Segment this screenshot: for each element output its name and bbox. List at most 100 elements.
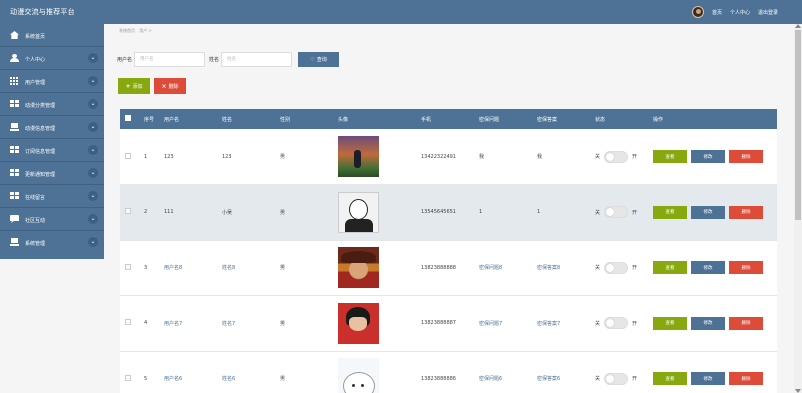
toggle-off-label: 关 <box>595 265 601 272</box>
breadcrumb-home[interactable]: 系统首页 <box>119 28 135 33</box>
row-checkbox[interactable] <box>125 374 131 381</box>
cell-phone: 13823888888 <box>421 264 456 271</box>
toggle-on-label: 开 <box>632 320 638 327</box>
chat-icon <box>10 215 19 223</box>
sidebar-item-notifications[interactable]: 更新通知管理 ⌄ <box>0 162 104 185</box>
view-button[interactable]: 查看 <box>653 372 687 386</box>
row-checkbox[interactable] <box>125 152 131 159</box>
sidebar-item-label: 在线留言 <box>25 195 46 201</box>
user-icon <box>10 54 19 62</box>
cell-question: 密保问题6 <box>479 376 503 383</box>
cell-question: 密保问题8 <box>479 265 503 272</box>
status-toggle[interactable] <box>604 372 629 385</box>
close-icon: × <box>161 82 167 90</box>
chevron-down-icon: ⌄ <box>88 122 98 132</box>
view-button[interactable]: 查看 <box>653 205 687 219</box>
cell-gender: 男 <box>280 209 286 216</box>
sidebar-item-anime-category[interactable]: 动漫分类管理 ⌄ <box>0 93 104 116</box>
username-label: 用户名 <box>117 57 133 63</box>
table-row: 4 用户名7 姓名7 男 13823888887 密保问题7 密保答案7 关 开… <box>120 296 777 351</box>
search-form: 用户名 姓名 ♡ 查询 <box>117 52 340 67</box>
status-toggle[interactable] <box>604 261 629 274</box>
edit-button[interactable]: 修改 <box>691 261 725 275</box>
header-link-home[interactable]: 首页 <box>712 9 722 16</box>
search-button-label: 查询 <box>316 57 327 63</box>
user-avatar[interactable] <box>692 6 704 18</box>
row-checkbox[interactable] <box>125 319 131 326</box>
page-scrollbar[interactable] <box>794 24 802 393</box>
table-row: 3 用户名8 姓名8 男 13823888888 密保问题8 密保答案8 关 开… <box>120 240 777 296</box>
col-question: 密保问题 <box>479 116 500 123</box>
col-no: 序号 <box>144 116 155 123</box>
chevron-down-icon: ⌄ <box>88 53 98 63</box>
heart-icon: ♡ <box>310 56 315 63</box>
edit-button[interactable]: 修改 <box>691 205 725 219</box>
sidebar-item-messages[interactable]: 在线留言 ⌄ <box>0 185 104 208</box>
status-toggle[interactable] <box>604 206 629 219</box>
cell-username: 123 <box>164 153 174 160</box>
select-all-checkbox[interactable] <box>125 115 131 121</box>
toggle-on-label: 开 <box>632 376 638 383</box>
cell-name: 姓名7 <box>222 320 236 327</box>
users-table: 序号 用户名 姓名 性别 头像 手机 密保问题 密保答案 状态 操作 1 123 <box>120 109 777 393</box>
sidebar-item-subscription[interactable]: 订阅信息管理 ⌄ <box>0 139 104 162</box>
name-search-input[interactable] <box>221 52 293 67</box>
add-button[interactable]: + 添加 <box>118 78 150 94</box>
row-checkbox[interactable] <box>125 208 131 215</box>
status-toggle[interactable] <box>604 150 629 163</box>
edit-button[interactable]: 修改 <box>691 316 725 330</box>
sidebar-item-home[interactable]: 系统首页 <box>0 24 104 47</box>
scroll-up-icon[interactable] <box>795 24 801 28</box>
delete-button[interactable]: 删除 <box>729 261 763 275</box>
edit-button[interactable]: 修改 <box>691 372 725 386</box>
select-all-header[interactable] <box>120 109 144 129</box>
row-actions: 查看 修改 删除 <box>653 261 777 275</box>
username-search-input[interactable] <box>134 52 206 67</box>
sidebar-item-system[interactable]: 系统管理 ⌄ <box>0 231 104 254</box>
view-button[interactable]: 查看 <box>653 150 687 163</box>
view-button[interactable]: 查看 <box>653 261 687 275</box>
delete-button-label: 删除 <box>168 83 179 90</box>
delete-button[interactable]: 删除 <box>729 205 763 219</box>
table-row: 2 111 小吴 男 13545645651 1 1 关 开 查看 修改 删除 <box>120 184 777 240</box>
toggle-off-label: 关 <box>595 154 601 160</box>
delete-button[interactable]: 删除 <box>729 150 763 163</box>
status-toggle[interactable] <box>604 317 629 330</box>
top-header: 动漫交流与推荐平台 首页 个人中心 退出登录 <box>0 0 802 24</box>
header-link-profile[interactable]: 个人中心 <box>730 9 750 16</box>
sidebar-item-label: 更新通知管理 <box>25 172 56 178</box>
cell-username: 用户名7 <box>164 320 183 327</box>
cell-name: 姓名6 <box>222 376 236 383</box>
header-link-logout[interactable]: 退出登录 <box>758 9 778 16</box>
chevron-down-icon: ⌄ <box>88 145 98 155</box>
view-button[interactable]: 查看 <box>653 316 687 330</box>
col-name: 姓名 <box>222 116 233 123</box>
scrollbar-thumb[interactable] <box>795 30 801 220</box>
row-checkbox[interactable] <box>125 263 131 270</box>
cell-gender: 男 <box>280 154 286 160</box>
sidebar-item-profile[interactable]: 个人中心 ⌄ <box>0 47 104 70</box>
sidebar-item-label: 动漫信息管理 <box>25 126 56 132</box>
cell-gender: 男 <box>280 265 286 272</box>
col-answer: 密保答案 <box>537 116 558 123</box>
delete-button[interactable]: 删除 <box>729 316 763 330</box>
scroll-down-icon[interactable] <box>795 389 801 393</box>
row-actions: 查看 修改 删除 <box>653 150 777 163</box>
chevron-down-icon: ⌄ <box>88 76 98 86</box>
toggle-off-label: 关 <box>595 376 601 383</box>
edit-button[interactable]: 修改 <box>691 150 725 163</box>
sidebar-item-anime-info[interactable]: 动漫信息管理 ⌄ <box>0 116 104 139</box>
cell-phone: 13823888886 <box>421 375 456 382</box>
delete-button[interactable]: 删除 <box>729 372 763 386</box>
plus-icon: + <box>125 82 131 90</box>
chevron-down-icon: ⌄ <box>88 214 98 224</box>
sidebar: 系统首页 个人中心 ⌄ 用户管理 ⌄ 动漫分类管理 ⌄ 动漫信息管理 ⌄ 订阅信… <box>0 24 104 259</box>
sidebar-item-users[interactable]: 用户管理 ⌄ <box>0 70 104 93</box>
status-toggle-group: 关 开 <box>595 206 653 219</box>
action-bar: + 添加 × 删除 <box>118 78 186 94</box>
cell-gender: 男 <box>280 320 286 327</box>
search-button[interactable]: ♡ 查询 <box>298 52 340 67</box>
batch-delete-button[interactable]: × 删除 <box>154 78 186 94</box>
sidebar-item-community[interactable]: 社区互动 ⌄ <box>0 208 104 231</box>
cell-name: 小吴 <box>222 209 233 216</box>
